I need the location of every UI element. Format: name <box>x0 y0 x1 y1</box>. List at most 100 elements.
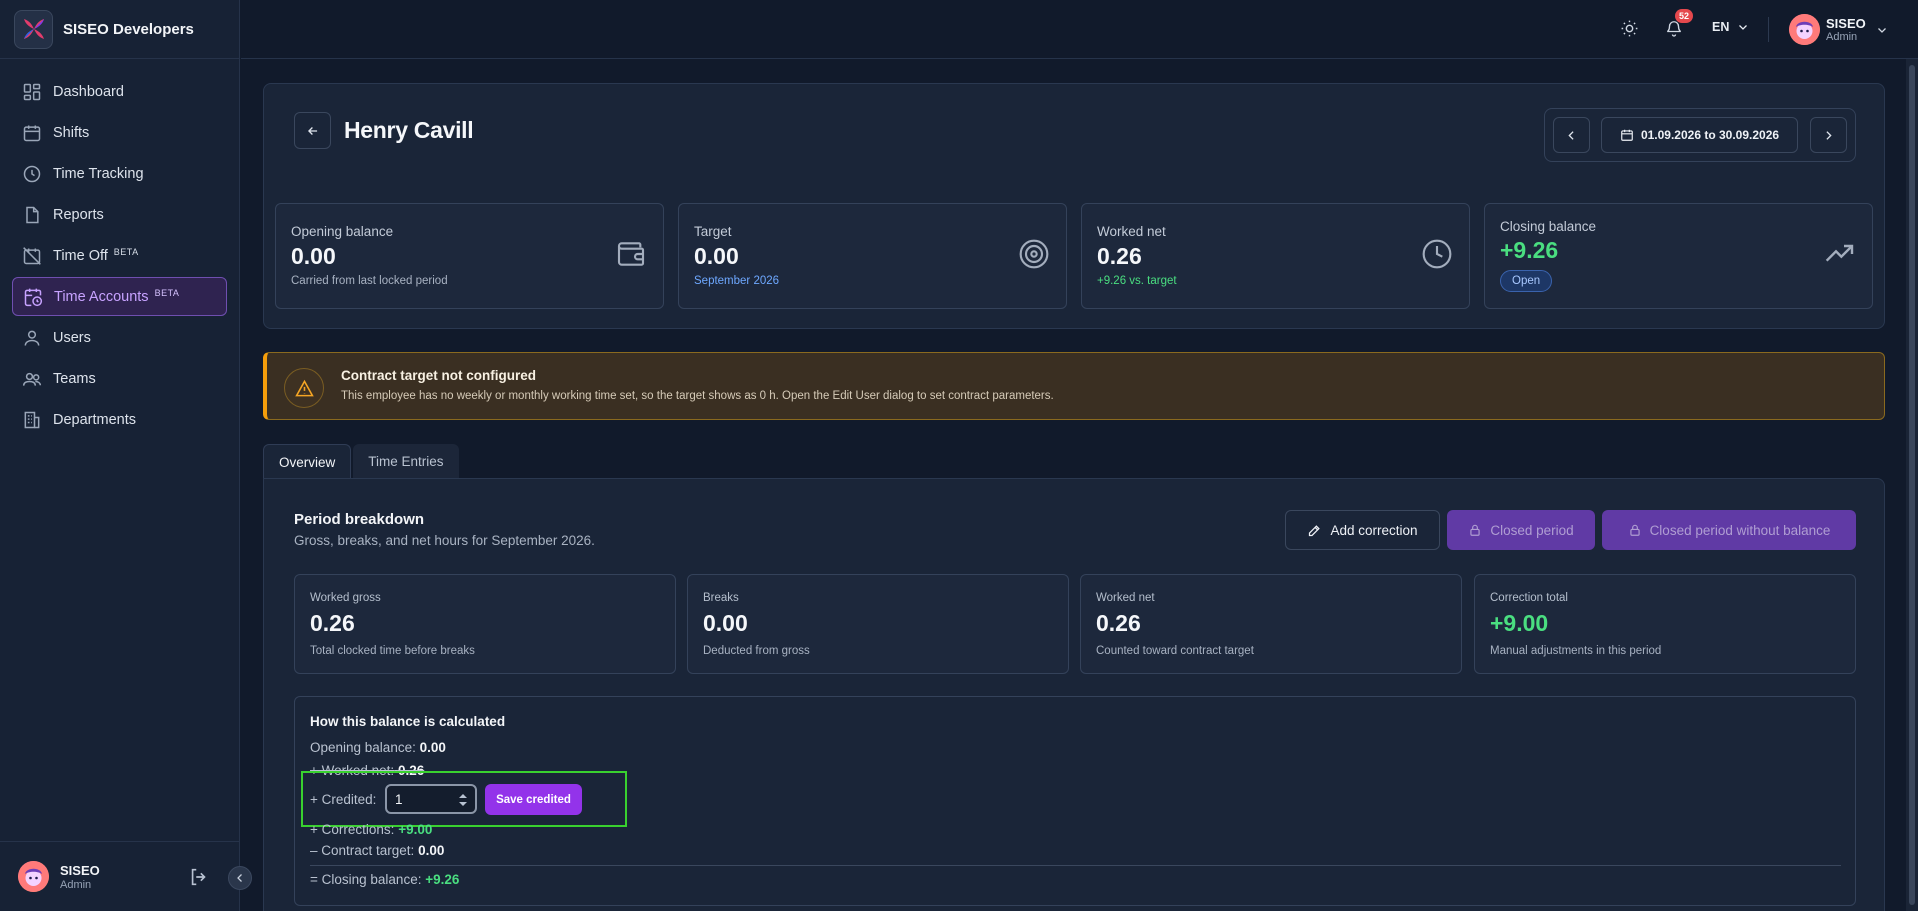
notification-count-badge: 52 <box>1675 9 1694 23</box>
metric-value: 0.26 <box>1096 610 1141 636</box>
calendar-icon <box>23 125 41 141</box>
add-correction-button[interactable]: Add correction <box>1285 510 1440 550</box>
notifications-button[interactable]: 52 <box>1665 9 1694 38</box>
calendar-off-icon <box>23 246 41 265</box>
sidebar-item-time-accounts[interactable]: Time Accounts BETA <box>12 277 227 316</box>
closed-period-without-balance-button[interactable]: Closed period without balance <box>1602 510 1856 550</box>
tab-overview[interactable]: Overview <box>263 444 352 479</box>
closed-period-button[interactable]: Closed period <box>1447 510 1595 550</box>
sidebar-item-reports[interactable]: Reports <box>12 195 227 234</box>
stat-label: Closing balance <box>1500 219 1597 234</box>
sidebar-item-dashboard[interactable]: Dashboard <box>12 72 227 111</box>
sidebar-collapse-button[interactable] <box>228 866 252 890</box>
sidebar-item-shifts[interactable]: Shifts <box>12 113 227 152</box>
trending-up-icon <box>1825 244 1854 262</box>
sidebar-item-time-off[interactable]: Time Off BETA <box>12 236 227 275</box>
stat-card-opening-balance: Opening balance 0.00 Carried from last l… <box>275 203 664 309</box>
contract-warning-alert: Contract target not configured This empl… <box>263 352 1885 420</box>
sidebar-user[interactable]: SISEO Admin <box>0 841 240 911</box>
stat-label: Target <box>694 224 732 239</box>
stat-label: Worked net <box>1097 224 1166 239</box>
line-label: – Contract target: <box>310 843 415 858</box>
stat-value: +9.26 <box>1500 237 1559 263</box>
metric-label: Breaks <box>703 592 739 604</box>
metric-subtext: Total clocked time before breaks <box>310 645 475 657</box>
users-icon <box>22 372 42 386</box>
next-period-button[interactable] <box>1810 117 1847 153</box>
back-button[interactable] <box>294 112 331 149</box>
calculation-title: How this balance is calculated <box>310 714 506 729</box>
stepper-icon[interactable] <box>458 793 468 807</box>
user-name: SISEO <box>1826 16 1866 31</box>
sidebar-item-label: Reports <box>53 206 104 223</box>
pencil-icon <box>1309 524 1321 536</box>
sidebar-item-teams[interactable]: Teams <box>12 359 227 398</box>
avatar <box>1789 14 1820 45</box>
opening-balance-line: Opening balance: 0.00 <box>310 740 446 755</box>
calendar-icon <box>1621 129 1633 141</box>
beta-badge: BETA <box>154 287 180 298</box>
contract-target-line: – Contract target: 0.00 <box>310 843 444 858</box>
stat-value: 0.00 <box>291 243 336 269</box>
closing-balance-line: = Closing balance: +9.26 <box>310 872 459 887</box>
balance-calculation: How this balance is calculated Opening b… <box>294 696 1856 906</box>
credited-label: + Credited: <box>310 792 377 807</box>
stat-value: 0.00 <box>694 243 739 269</box>
sidebar-item-departments[interactable]: Departments <box>12 400 227 439</box>
metric-card-worked-net: Worked net 0.26 Counted toward contract … <box>1080 574 1462 674</box>
scrollbar-thumb[interactable] <box>1909 65 1915 905</box>
period-navigator: 01.09.2026 to 30.09.2026 <box>1544 108 1856 162</box>
credited-input-value: 1 <box>395 791 403 807</box>
sidebar-user-name: SISEO <box>60 862 100 878</box>
stat-card-target: Target 0.00 September 2026 <box>678 203 1067 309</box>
divider <box>310 865 1841 866</box>
line-value: +9.26 <box>425 872 460 887</box>
top-bar: 52 EN SISEO Admin <box>241 0 1918 59</box>
brand-logo-icon <box>14 9 53 49</box>
divider <box>1768 17 1769 42</box>
metric-subtext: Manual adjustments in this period <box>1490 645 1662 657</box>
sidebar-item-time-tracking[interactable]: Time Tracking <box>12 154 227 193</box>
stat-subtext: September 2026 <box>694 275 780 287</box>
sidebar-item-label: Departments <box>53 411 137 428</box>
corrections-line: + Corrections: +9.00 <box>310 822 432 837</box>
line-value: +9.00 <box>398 822 433 837</box>
warning-title: Contract target not configured <box>341 368 536 383</box>
sidebar-item-label: Teams <box>53 370 96 387</box>
sidebar-item-label: Time Off <box>53 247 108 264</box>
save-credited-button[interactable]: Save credited <box>485 784 582 815</box>
previous-period-button[interactable] <box>1553 117 1590 153</box>
line-value: 0.00 <box>418 843 445 858</box>
sidebar-item-label: Shifts <box>53 124 90 141</box>
period-range-button[interactable]: 01.09.2026 to 30.09.2026 <box>1601 117 1798 153</box>
line-value: 0.00 <box>419 740 446 755</box>
metric-value: +9.00 <box>1490 610 1549 636</box>
stat-card-closing-balance: Closing balance +9.26 Open <box>1484 203 1873 309</box>
stat-card-worked-net: Worked net 0.26 +9.26 vs. target <box>1081 203 1470 309</box>
credited-input[interactable]: 1 <box>385 784 477 814</box>
user-menu[interactable]: SISEO Admin <box>1789 14 1888 45</box>
overview-panel: Period breakdown Gross, breaks, and net … <box>263 478 1885 911</box>
brand[interactable]: SISEO Developers <box>0 0 239 59</box>
metric-card-breaks: Breaks 0.00 Deducted from gross <box>687 574 1069 674</box>
sidebar-user-info: SISEO Admin <box>60 863 100 891</box>
logout-icon[interactable] <box>188 866 210 888</box>
chevron-right-icon <box>1826 130 1832 140</box>
section-subtitle: Gross, breaks, and net hours for Septemb… <box>294 533 595 548</box>
line-label: + Corrections: <box>310 822 395 837</box>
sidebar-item-users[interactable]: Users <box>12 318 227 357</box>
chevron-down-icon <box>1877 27 1886 33</box>
avatar <box>18 861 49 892</box>
sidebar-item-label: Dashboard <box>53 83 124 100</box>
user-menu-info: SISEO Admin <box>1826 16 1866 43</box>
target-icon <box>1019 239 1049 269</box>
theme-toggle-icon[interactable] <box>1620 19 1639 38</box>
tab-time-entries[interactable]: Time Entries <box>353 444 459 479</box>
language-selector[interactable]: EN <box>1712 20 1749 34</box>
lock-icon <box>1629 524 1640 536</box>
stat-subtext: +9.26 vs. target <box>1097 275 1177 287</box>
sidebar: SISEO Developers Dashboard Shifts Time T… <box>0 0 240 911</box>
chevron-left-icon <box>237 874 242 882</box>
lock-icon <box>1470 524 1481 536</box>
chevron-down-icon <box>1739 25 1748 30</box>
